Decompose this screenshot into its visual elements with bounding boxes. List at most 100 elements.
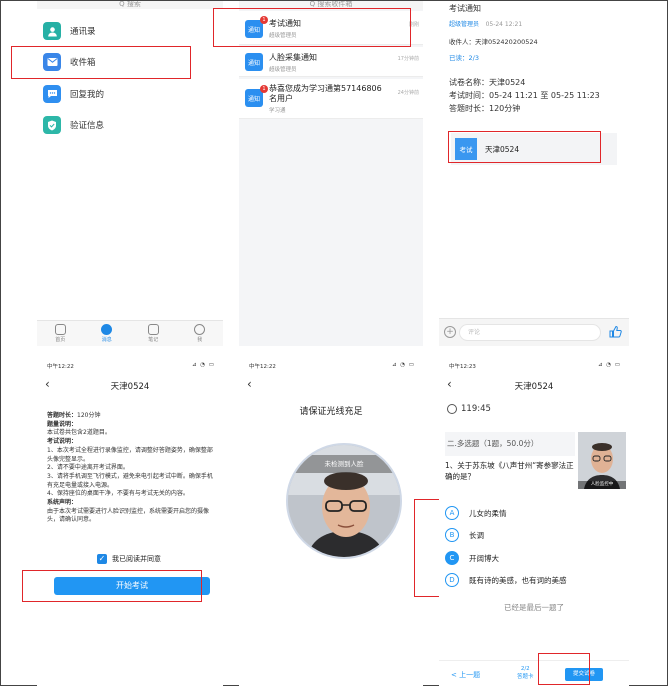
option-text: 儿女的柔情 <box>469 508 507 518</box>
home-icon <box>54 324 66 335</box>
option-a[interactable]: A 儿女的柔情 <box>445 506 507 520</box>
exam-time: 考试时间：05-24 11:21 至 05-25 11:23 <box>449 91 600 100</box>
page-title: 天津0524 <box>110 382 150 392</box>
notice-detail-panel: 考试通知 超级管理员 05-24 12:21 收件人：天津05242020052… <box>439 1 629 346</box>
highlight-start-button <box>22 570 202 602</box>
status-time: 中午12:23 <box>449 364 476 370</box>
option-letter: A <box>445 506 459 520</box>
search-bar-cut[interactable]: Q 搜索 <box>37 1 223 9</box>
question-footer: < 上一题 2/2 答题卡 提交试卷 <box>439 660 629 686</box>
tab-home[interactable]: 首页 <box>37 321 84 346</box>
tab-me[interactable]: 我 <box>177 321 224 346</box>
question-section: 二.多选题（1题，50.0分） <box>445 432 575 456</box>
thumbs-up-icon[interactable] <box>609 325 623 339</box>
status-icons: ⊿ ◔ ▭ <box>597 362 621 368</box>
instruction-line: 答题时长：120分钟 <box>47 412 101 419</box>
option-text: 既有诗的美感，也有词的美感 <box>469 575 567 585</box>
highlight-inbox <box>11 46 191 79</box>
notice-icon: 通知 <box>245 53 263 71</box>
instruction-line: 系统声明： <box>47 499 78 507</box>
comment-input[interactable]: 评论 <box>459 324 601 341</box>
face-status-banner: 未检测到人脸 <box>288 455 400 473</box>
contacts-icon <box>43 22 61 40</box>
instruction-line: 4、保持座位的桌面干净，不要有与考试无关的内容。 <box>47 490 189 498</box>
agree-label: 我已阅读并同意 <box>112 555 161 563</box>
countdown-timer: 119:45 <box>447 404 491 414</box>
instruction-line: 考试说明： <box>47 438 78 446</box>
plus-icon[interactable]: + <box>444 326 456 338</box>
camera-preview: 未检测到人脸 <box>286 443 402 559</box>
highlight-submit-button <box>538 653 590 685</box>
status-bar: 中午12:22 ⊿ ◔ ▭ <box>37 356 223 372</box>
back-arrow-icon[interactable]: ‹ <box>247 377 252 391</box>
instruction-line: 本试卷共包含2道题目。 <box>47 429 111 437</box>
nav-bar: ‹ 天津0524 <box>439 374 629 396</box>
option-text: 长调 <box>469 530 484 540</box>
highlight-attachment <box>448 131 601 163</box>
exam-instructions-panel: 中午12:22 ⊿ ◔ ▭ ‹ 天津0524 答题时长：120分钟 题量说明： … <box>37 356 223 686</box>
pager-label: 答题卡 <box>517 674 534 680</box>
note-icon <box>147 324 159 335</box>
timer-value: 119:45 <box>461 404 491 414</box>
comment-bar: + 评论 <box>439 318 629 346</box>
status-icons: ⊿ ◔ ▭ <box>391 362 415 368</box>
agree-row[interactable]: ✓ 我已阅读并同意 <box>97 554 161 564</box>
message-sender: 超级管理员 <box>269 67 297 73</box>
unread-badge: 1 <box>260 85 268 93</box>
tab-label: 我 <box>197 337 203 343</box>
status-bar: 中午12:23 ⊿ ◔ ▭ <box>439 356 629 372</box>
screenshot-collage: Q 搜索 通讯录 收件箱 回复我的 验证信息 首页 消息 笔记 我 Q 搜索收件… <box>0 0 668 686</box>
exam-duration: 答题时长：120分钟 <box>449 104 521 113</box>
menu-item-verify[interactable]: 验证信息 <box>37 111 223 139</box>
last-question-note: 已经是最后一题了 <box>504 603 564 612</box>
instructions-text: 答题时长：120分钟 题量说明： 本试卷共包含2道题目。 考试说明： 1、本次考… <box>47 412 217 525</box>
notice-title: 考试通知 <box>449 4 481 13</box>
message-icon <box>101 324 113 335</box>
checkbox-checked-icon[interactable]: ✓ <box>97 554 107 564</box>
status-time: 中午12:22 <box>249 364 276 370</box>
prev-question-button[interactable]: < 上一题 <box>451 670 480 680</box>
tab-label: 消息 <box>101 337 112 343</box>
tab-messages[interactable]: 消息 <box>84 321 131 346</box>
option-letter: C <box>445 551 459 565</box>
option-d[interactable]: D 既有诗的美感，也有词的美感 <box>445 573 567 587</box>
option-letter: B <box>445 528 459 542</box>
menu-item-contacts[interactable]: 通讯录 <box>37 17 223 45</box>
message-title: 恭喜您成为学习通第57146806名用户 <box>269 84 382 103</box>
nav-bar: ‹ <box>239 374 423 396</box>
menu-item-label: 通讯录 <box>70 27 96 37</box>
status-time: 中午12:22 <box>47 364 74 370</box>
tab-notes[interactable]: 笔记 <box>130 321 177 346</box>
page-title: 请保证光线充足 <box>299 407 363 417</box>
instruction-line: 3、请将手机调至飞行模式，避免来电引起考试中断。确保手机有充足电量或接入电源。 <box>47 472 213 489</box>
exam-name: 试卷名称：天津0524 <box>449 78 526 87</box>
read-count[interactable]: 已读：2/3 <box>449 52 479 62</box>
sent-time: 05-24 12:21 <box>485 21 523 28</box>
status-icons: ⊿ ◔ ▭ <box>191 362 215 368</box>
face-monitor-thumbnail: 人脸监控中 <box>578 432 626 489</box>
option-b[interactable]: B 长调 <box>445 528 484 542</box>
receiver: 收件人：天津052420200524 <box>449 38 538 46</box>
menu-item-label: 验证信息 <box>70 121 105 131</box>
option-c[interactable]: C 开阔博大 <box>445 551 499 565</box>
answer-sheet-button[interactable]: 2/2 答题卡 <box>517 665 534 681</box>
question-panel: 中午12:23 ⊿ ◔ ▭ ‹ 天津0524 119:45 二.多选题（1题，5… <box>439 356 629 686</box>
message-row[interactable]: 通知 1 恭喜您成为学习通第57146806名用户 学习通 24分钟前 <box>239 79 423 119</box>
notice-meta: 超级管理员 05-24 12:21 <box>449 19 522 28</box>
sender-link[interactable]: 超级管理员 <box>449 21 479 28</box>
message-row[interactable]: 通知 人脸采集通知 超级管理员 17分钟前 <box>239 47 423 77</box>
nav-bar: ‹ 天津0524 <box>37 374 223 396</box>
message-title: 人脸采集通知 <box>269 53 317 62</box>
message-time: 24分钟前 <box>397 90 419 96</box>
face-capture-panel: 中午12:22 ⊿ ◔ ▭ ‹ 请保证光线充足 未检测到人脸 <box>239 356 423 686</box>
page-title: 天津0524 <box>514 382 554 392</box>
tab-label: 笔记 <box>148 337 159 343</box>
instruction-line: 2、请不要中途离开考试界面。 <box>47 464 129 472</box>
tab-label: 首页 <box>55 337 66 343</box>
highlight-exam-notice <box>213 8 411 47</box>
thumbnail-caption: 人脸监控中 <box>578 481 626 489</box>
menu-item-label: 回复我的 <box>70 90 105 100</box>
option-letter: D <box>445 573 459 587</box>
message-sender: 学习通 <box>269 108 286 114</box>
menu-item-replies[interactable]: 回复我的 <box>37 80 223 108</box>
